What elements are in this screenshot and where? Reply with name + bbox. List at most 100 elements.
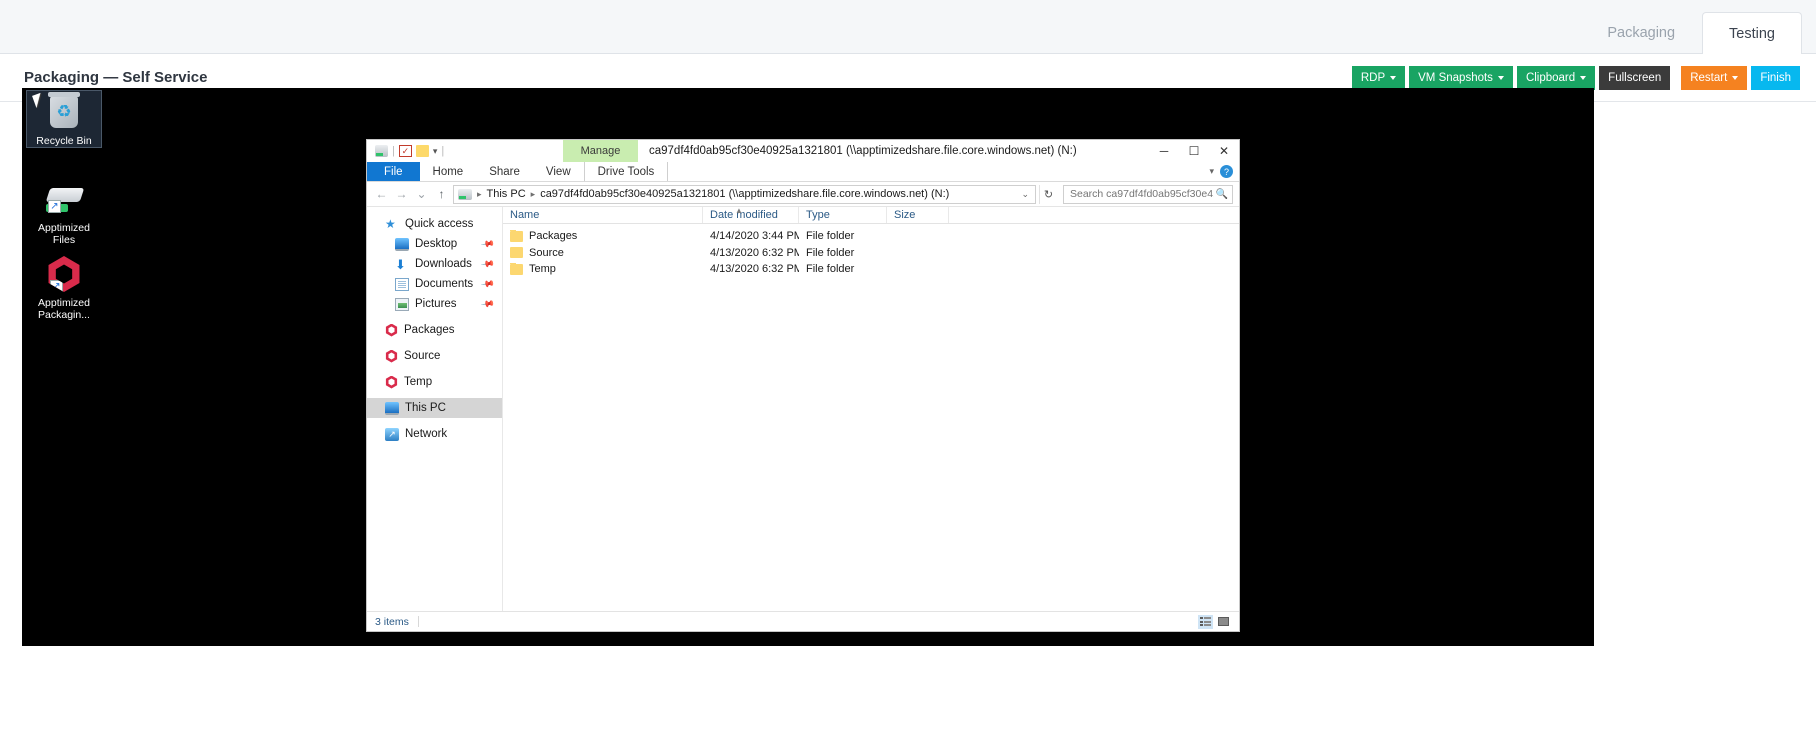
contextual-tab-title: Manage (580, 145, 621, 157)
close-icon[interactable]: ✕ (1209, 140, 1239, 162)
ribbon-tab-view[interactable]: View (533, 162, 584, 181)
item-count-label: 3 items (375, 615, 409, 628)
help-icon[interactable]: ? (1220, 165, 1233, 178)
nav-item-desktop[interactable]: Desktop 📌 (367, 234, 502, 254)
table-row[interactable]: Packages 4/14/2020 3:44 PM File folder (503, 228, 1239, 245)
clipboard-button-label: Clipboard (1525, 71, 1576, 84)
tab-packaging[interactable]: Packaging (1580, 11, 1702, 53)
restart-button-label: Restart (1690, 71, 1728, 84)
ribbon-tab-drive-tools[interactable]: Drive Tools (583, 162, 669, 181)
nav-item-label: This PC (405, 402, 446, 414)
customize-qat-dropdown-icon[interactable]: ▾ (433, 146, 438, 157)
navigation-pane[interactable]: ★ Quick access Desktop 📌 ⬇ Downloads 📌 D… (367, 207, 503, 611)
column-header-name[interactable]: Name (503, 207, 703, 223)
ribbon-tab-share[interactable]: Share (476, 162, 533, 181)
desktop-icon-label: Apptimized Files (38, 222, 90, 246)
quick-access-toolbar[interactable]: | ▾ | (367, 145, 444, 157)
folder-icon (510, 263, 523, 275)
column-header-type[interactable]: Type (799, 207, 887, 223)
search-input[interactable] (1068, 187, 1216, 201)
column-header-date-modified[interactable]: Date modified (703, 207, 799, 223)
downloads-arrow-icon: ⬇ (395, 256, 406, 272)
collapse-ribbon-icon[interactable]: ▾ (1209, 166, 1214, 177)
nav-item-label: Downloads (415, 258, 472, 270)
drive-icon[interactable] (375, 145, 388, 157)
tab-testing[interactable]: Testing (1702, 12, 1802, 54)
nav-item-label: Temp (404, 376, 433, 388)
qat-separator: | (441, 145, 445, 157)
chevron-down-icon (1390, 75, 1397, 80)
ribbon-tab-file[interactable]: File (367, 162, 420, 181)
rdp-button[interactable]: RDP (1351, 65, 1406, 90)
pin-icon[interactable]: 📌 (480, 256, 495, 271)
column-header-size[interactable]: Size (887, 207, 949, 223)
address-dropdown-icon[interactable]: ⌄ (1017, 189, 1033, 200)
breadcrumb-current-drive[interactable]: ca97df4fd0ab95cf30e40925a1321801 (\\appt… (540, 188, 949, 200)
ribbon-tab-home[interactable]: Home (420, 162, 477, 181)
up-icon[interactable]: ↑ (433, 185, 450, 204)
nav-item-source[interactable]: Source (367, 346, 502, 366)
nav-item-pictures[interactable]: Pictures 📌 (367, 294, 502, 314)
new-folder-icon[interactable] (415, 145, 429, 157)
apptimized-hex-icon (27, 253, 101, 295)
properties-icon[interactable] (398, 145, 412, 157)
file-name: Packages (529, 230, 578, 243)
view-toggle-group (1198, 614, 1231, 629)
file-date-modified: 4/13/2020 6:32 PM (710, 246, 799, 259)
recent-locations-icon[interactable]: ⌄ (413, 185, 430, 204)
fullscreen-button[interactable]: Fullscreen (1599, 65, 1671, 90)
nav-item-temp[interactable]: Temp (367, 372, 502, 392)
details-view-button[interactable] (1198, 614, 1213, 629)
nav-item-documents[interactable]: Documents 📌 (367, 274, 502, 294)
nav-item-network[interactable]: Network (367, 424, 502, 444)
table-row[interactable]: Temp 4/13/2020 6:32 PM File folder (503, 261, 1239, 278)
pin-icon[interactable]: 📌 (480, 296, 495, 311)
file-explorer-window[interactable]: | ▾ | Manage ca97df4fd0ab95cf30e40925a13… (366, 139, 1240, 632)
nav-item-label: Source (404, 350, 441, 362)
back-icon[interactable]: ← (373, 185, 390, 204)
quick-access-star-icon: ★ (385, 216, 396, 231)
nav-item-packages[interactable]: Packages (367, 320, 502, 340)
refresh-icon[interactable]: ↻ (1039, 184, 1057, 204)
nav-item-label: Desktop (415, 238, 458, 250)
status-left: 3 items (375, 616, 1198, 628)
restart-button[interactable]: Restart (1681, 65, 1748, 90)
file-list-pane[interactable]: Name Date modified Type Size ▲ Packages … (503, 206, 1239, 611)
desktop-icon-apptimized-files[interactable]: Apptimized Files (27, 178, 101, 246)
nav-item-downloads[interactable]: ⬇ Downloads 📌 (367, 254, 502, 274)
pin-icon[interactable]: 📌 (480, 276, 495, 291)
this-pc-icon (385, 401, 399, 415)
nav-item-label: Packages (404, 324, 455, 336)
finish-button[interactable]: Finish (1751, 65, 1800, 90)
nav-item-quick-access[interactable]: ★ Quick access (367, 214, 502, 234)
large-icons-view-button[interactable] (1216, 615, 1231, 629)
page-title: Packaging — Self Service (24, 69, 208, 86)
pin-icon[interactable]: 📌 (480, 236, 495, 251)
maximize-icon[interactable]: ☐ (1179, 140, 1209, 162)
chevron-down-icon (1732, 75, 1739, 80)
qat-separator: | (392, 145, 395, 157)
explorer-body: ★ Quick access Desktop 📌 ⬇ Downloads 📌 D… (367, 206, 1239, 611)
desktop-icon-apptimized-packaging[interactable]: Apptimized Packagin... (27, 253, 101, 321)
minimize-icon[interactable]: ─ (1149, 140, 1179, 162)
file-type: File folder (806, 263, 855, 276)
remote-desktop-canvas[interactable]: Recycle Bin Apptimized Files Apptimized … (22, 88, 1594, 646)
clipboard-button[interactable]: Clipboard (1516, 65, 1596, 90)
nav-item-this-pc[interactable]: This PC (367, 398, 502, 418)
apptimized-hex-icon (385, 349, 398, 363)
action-button-group: RDP VM Snapshots Clipboard Fullscreen Re… (1351, 65, 1800, 90)
breadcrumb-this-pc[interactable]: This PC (487, 188, 526, 200)
address-bar[interactable]: ▸ This PC ▸ ca97df4fd0ab95cf30e40925a132… (453, 184, 1036, 204)
forward-icon[interactable]: → (393, 185, 410, 204)
nav-item-label: Quick access (405, 218, 474, 230)
folder-icon (510, 246, 523, 259)
vm-snapshots-button[interactable]: VM Snapshots (1409, 65, 1513, 90)
details-view-icon (1200, 617, 1211, 626)
ribbon-help-group: ▾ ? (1209, 165, 1233, 178)
drive-shortcut-icon (27, 178, 101, 220)
search-icon[interactable]: 🔍 (1216, 189, 1228, 200)
finish-button-label: Finish (1760, 71, 1791, 84)
explorer-title-bar[interactable]: | ▾ | Manage ca97df4fd0ab95cf30e40925a13… (367, 140, 1239, 162)
table-row[interactable]: Source 4/13/2020 6:32 PM File folder (503, 245, 1239, 262)
search-box[interactable]: 🔍 (1063, 184, 1233, 204)
